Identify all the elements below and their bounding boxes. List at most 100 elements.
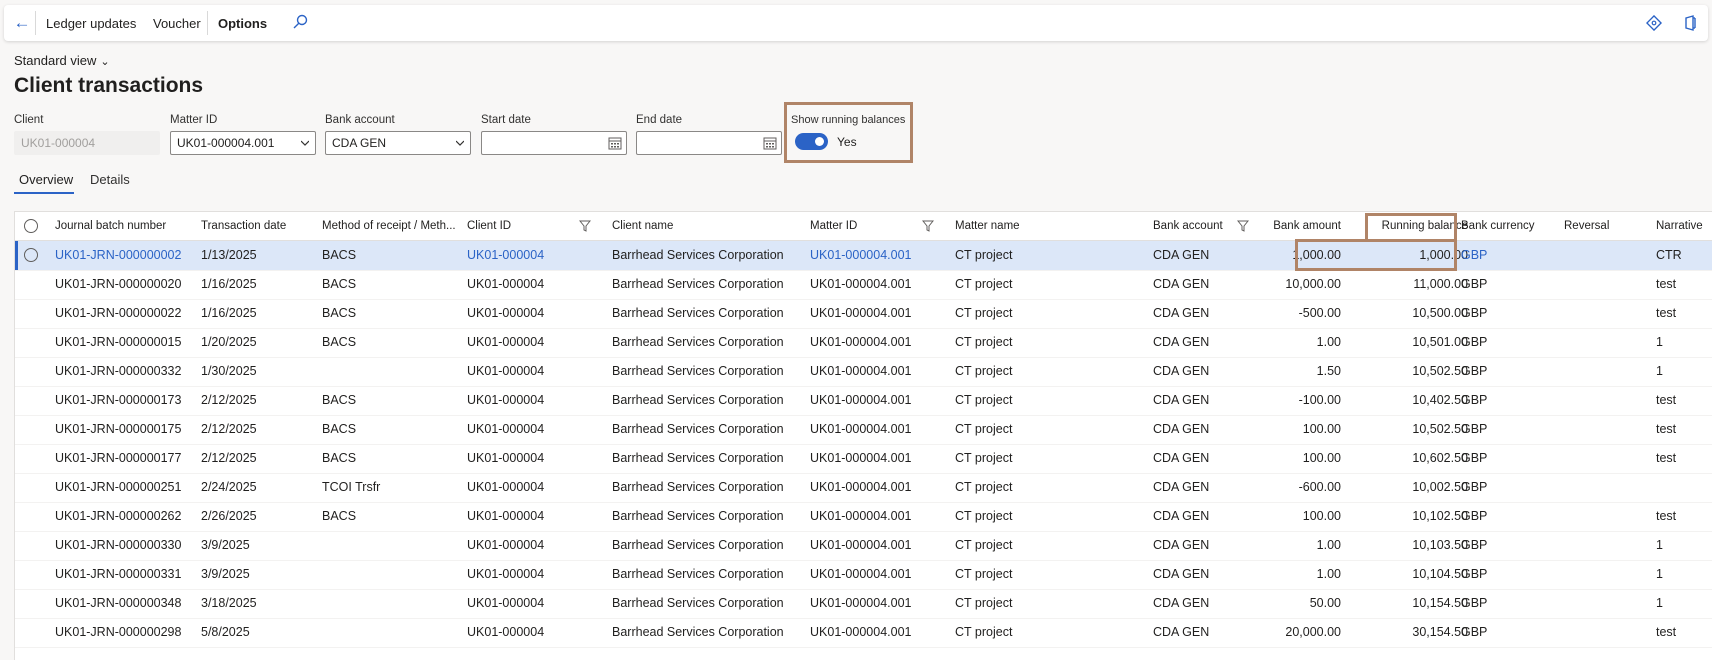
voucher-button[interactable]: Voucher <box>153 16 201 31</box>
cell-bank-amount: 1.50 <box>1316 364 1341 378</box>
cell-client-name: Barrhead Services Corporation <box>612 509 784 523</box>
calendar-icon[interactable] <box>763 136 777 150</box>
cell-narrative: test <box>1656 422 1677 436</box>
cell-narrative: test <box>1656 393 1677 407</box>
first-row-amount-highlight <box>1295 239 1457 271</box>
filter-icon[interactable] <box>579 220 591 232</box>
cell-transaction-date: 1/30/2025 <box>201 364 257 378</box>
table-row[interactable]: UK01-JRN-000000015 1/20/2025 BACS UK01-0000… <box>15 328 1712 358</box>
cell-client-id: UK01-000004 <box>467 393 545 407</box>
cell-bank-amount: 50.00 <box>1309 596 1341 610</box>
cell-narrative: test <box>1656 451 1677 465</box>
cell-bank-amount: 10,000.00 <box>1285 277 1341 291</box>
cell-client-name: Barrhead Services Corporation <box>612 451 784 465</box>
start-date-field[interactable] <box>481 131 627 155</box>
row-select-radio[interactable] <box>24 248 38 262</box>
table-row[interactable]: UK01-JRN-000000002 1/13/2025 BACS UK01-0000… <box>15 241 1712 271</box>
client-field: UK01-000004 <box>14 131 160 155</box>
cell-client-name: Barrhead Services Corporation <box>612 480 784 494</box>
cell-transaction-date: 2/12/2025 <box>201 451 257 465</box>
table-row[interactable]: UK01-JRN-000000177 2/12/2025 BACS UK01-0000… <box>15 444 1712 474</box>
cell-client-name: Barrhead Services Corporation <box>612 393 784 407</box>
tab-overview[interactable]: Overview <box>19 172 73 187</box>
cell-client-name: Barrhead Services Corporation <box>612 248 784 262</box>
cell-bank-account: CDA GEN <box>1153 451 1210 465</box>
chevron-down-icon[interactable] <box>456 139 464 147</box>
toggle-knob <box>815 137 824 146</box>
table-row[interactable]: UK01-JRN-000000251 2/24/2025 TCOI Trsfr UK0… <box>15 473 1712 503</box>
cell-bank-currency: GBP <box>1461 567 1488 581</box>
column-header-reversal[interactable]: Reversal <box>1564 212 1644 240</box>
table-row[interactable]: UK01-JRN-000000332 1/30/2025 UK01-000004 Ba… <box>15 357 1712 387</box>
table-row[interactable]: UK01-JRN-000000175 2/12/2025 BACS UK01-0000… <box>15 415 1712 445</box>
cell-client-name: Barrhead Services Corporation <box>612 567 784 581</box>
cell-method-of-receipt: BACS <box>322 306 357 320</box>
cell-transaction-date: 2/12/2025 <box>201 393 257 407</box>
cell-narrative: test <box>1656 306 1677 320</box>
cell-journal-batch-number: UK01-JRN-000000015 <box>55 335 182 349</box>
matter-id-field[interactable]: UK01-000004.001 <box>170 131 316 155</box>
table-row[interactable]: UK01-JRN-000000331 3/9/2025 UK01-000004 Bar… <box>15 560 1712 590</box>
end-date-field[interactable] <box>636 131 782 155</box>
cell-transaction-date: 3/18/2025 <box>201 596 257 610</box>
action-bar: ← Ledger updates Voucher Options <box>4 5 1708 41</box>
cell-running-balance: 30,154.50 <box>1412 625 1468 639</box>
cell-journal-batch-number: UK01-JRN-000000020 <box>55 277 182 291</box>
running-balance-header-highlight <box>1365 213 1457 242</box>
cell-bank-currency: GBP <box>1461 364 1488 378</box>
cell-matter-id[interactable]: UK01-000004.001 <box>810 241 938 270</box>
table-row[interactable]: UK01-JRN-000000348 3/18/2025 UK01-000004 Ba… <box>15 589 1712 619</box>
diamond-settings-icon[interactable] <box>1646 15 1662 31</box>
cell-bank-currency[interactable]: GBP <box>1461 241 1551 270</box>
cell-running-balance: 10,102.50 <box>1412 509 1468 523</box>
bank-account-field[interactable]: CDA GEN <box>325 131 471 155</box>
options-button[interactable]: Options <box>218 16 267 31</box>
cell-journal-batch-number[interactable]: UK01-JRN-000000002 <box>55 241 195 270</box>
calendar-icon[interactable] <box>608 136 622 150</box>
cell-client-id: UK01-000004 <box>467 625 545 639</box>
filter-icon[interactable] <box>922 220 934 232</box>
column-header-narrative[interactable]: Narrative <box>1656 212 1711 240</box>
table-row[interactable]: UK01-JRN-000000022 1/16/2025 BACS UK01-0000… <box>15 299 1712 329</box>
table-row[interactable]: UK01-JRN-000000298 5/8/2025 UK01-000004 Bar… <box>15 618 1712 648</box>
cell-client-name: Barrhead Services Corporation <box>612 306 784 320</box>
cell-journal-batch-number: UK01-JRN-000000175 <box>55 422 182 436</box>
cell-bank-currency: GBP <box>1461 625 1488 639</box>
cell-running-balance: 10,502.50 <box>1412 364 1468 378</box>
ledger-updates-button[interactable]: Ledger updates <box>46 16 136 31</box>
table-row[interactable]: UK01-JRN-000000330 3/9/2025 UK01-000004 Bar… <box>15 531 1712 561</box>
column-header-matter-name[interactable]: Matter name <box>955 212 1135 240</box>
view-selector[interactable]: Standard view ⌄ <box>14 53 110 68</box>
cell-client-id[interactable]: UK01-000004 <box>467 241 595 270</box>
back-arrow-icon[interactable]: ← <box>12 14 32 32</box>
column-header-bank-amount[interactable]: Bank amount <box>1241 212 1341 240</box>
table-row[interactable]: UK01-JRN-000000020 1/16/2025 BACS UK01-0000… <box>15 270 1712 300</box>
select-all-radio[interactable] <box>24 219 38 233</box>
column-header-method-of-receipt[interactable]: Method of receipt / Meth... <box>322 212 457 240</box>
cell-matter-id: UK01-000004.001 <box>810 306 912 320</box>
cell-matter-id: UK01-000004.001 <box>810 422 912 436</box>
chevron-down-icon[interactable] <box>301 139 309 147</box>
column-header-transaction-date[interactable]: Transaction date <box>201 212 311 240</box>
column-header-bank-currency[interactable]: Bank currency <box>1461 212 1551 240</box>
transactions-grid: Journal batch number Transaction date Meth… <box>14 211 1712 660</box>
cell-transaction-date: 5/8/2025 <box>201 625 250 639</box>
cell-method-of-receipt: BACS <box>322 393 357 407</box>
table-row[interactable]: UK01-JRN-000000173 2/12/2025 BACS UK01-0000… <box>15 386 1712 416</box>
column-header-client-id[interactable]: Client ID <box>467 212 595 240</box>
column-header-client-name[interactable]: Client name <box>612 212 802 240</box>
search-icon[interactable] <box>291 13 309 31</box>
tab-details[interactable]: Details <box>90 172 130 187</box>
running-balances-toggle[interactable] <box>795 133 828 150</box>
column-header-matter-id[interactable]: Matter ID <box>810 212 938 240</box>
cell-client-name: Barrhead Services Corporation <box>612 335 784 349</box>
cell-bank-account: CDA GEN <box>1153 509 1210 523</box>
table-row[interactable]: UK01-JRN-000000262 2/26/2025 BACS UK01-0000… <box>15 502 1712 532</box>
cell-bank-account: CDA GEN <box>1153 335 1210 349</box>
office-icon[interactable] <box>1682 15 1698 31</box>
cell-matter-id: UK01-000004.001 <box>810 393 912 407</box>
cell-running-balance: 10,501.00 <box>1412 335 1468 349</box>
column-header-journal-batch-number[interactable]: Journal batch number <box>55 212 195 240</box>
cell-journal-batch-number: UK01-JRN-000000330 <box>55 538 182 552</box>
page-title: Client transactions <box>14 74 204 97</box>
